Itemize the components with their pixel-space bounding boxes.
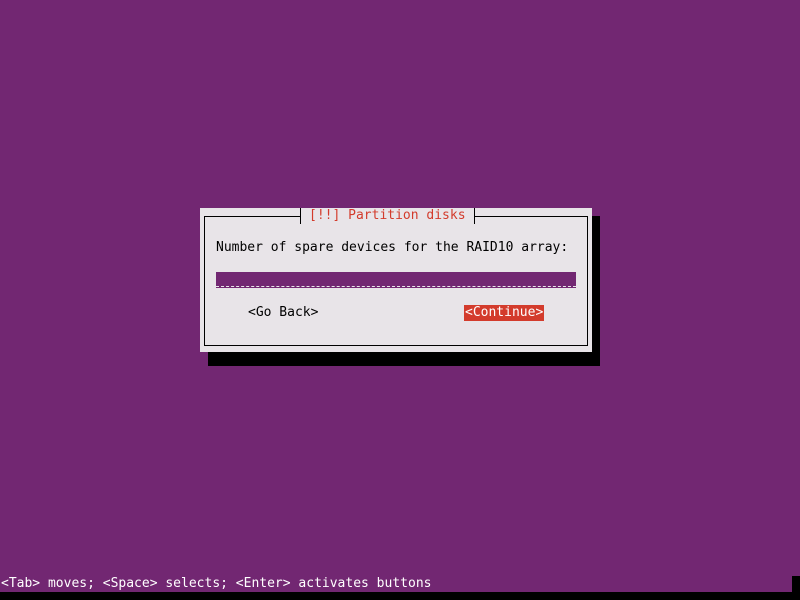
help-status-bar: <Tab> moves; <Space> selects; <Enter> ac… xyxy=(1,576,432,591)
partition-dialog: [!!] Partition disks Number of spare dev… xyxy=(200,208,592,352)
status-corner xyxy=(792,576,800,592)
continue-button[interactable]: <Continue> xyxy=(464,305,545,321)
bottom-bar xyxy=(0,592,800,600)
input-underline xyxy=(216,286,576,287)
dialog-title: [!!] Partition disks xyxy=(300,208,475,224)
spare-devices-input[interactable]: 0 xyxy=(216,272,576,288)
go-back-button[interactable]: <Go Back> xyxy=(248,305,318,321)
prompt-label: Number of spare devices for the RAID10 a… xyxy=(216,240,569,255)
